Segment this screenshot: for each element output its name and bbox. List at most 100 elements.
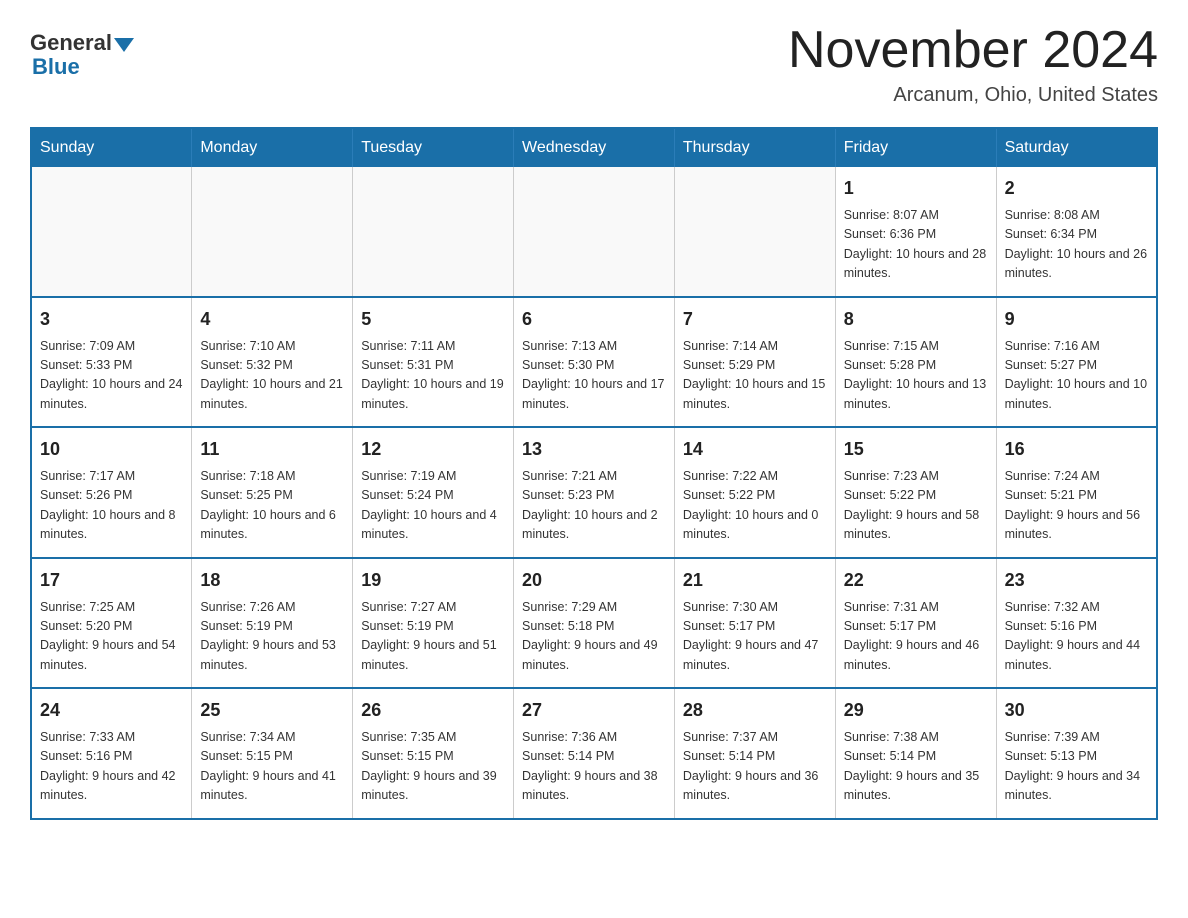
calendar-cell — [514, 167, 675, 297]
day-info: Sunrise: 7:11 AMSunset: 5:31 PMDaylight:… — [361, 337, 505, 415]
logo: General Blue — [30, 30, 134, 80]
calendar-cell: 8 Sunrise: 7:15 AMSunset: 5:28 PMDaylight… — [835, 297, 996, 428]
day-number: 6 — [522, 306, 666, 333]
day-info: Sunrise: 7:39 AMSunset: 5:13 PMDaylight:… — [1005, 728, 1148, 806]
day-info: Sunrise: 7:16 AMSunset: 5:27 PMDaylight:… — [1005, 337, 1148, 415]
day-number: 10 — [40, 436, 183, 463]
calendar-cell: 17 Sunrise: 7:25 AMSunset: 5:20 PMDayligh… — [31, 558, 192, 689]
day-number: 16 — [1005, 436, 1148, 463]
title-section: November 2024 Arcanum, Ohio, United Stat… — [788, 20, 1158, 107]
day-info: Sunrise: 7:23 AMSunset: 5:22 PMDaylight:… — [844, 467, 988, 545]
day-info: Sunrise: 7:24 AMSunset: 5:21 PMDaylight:… — [1005, 467, 1148, 545]
day-info: Sunrise: 7:31 AMSunset: 5:17 PMDaylight:… — [844, 598, 988, 676]
week-row-5: 24Sunrise: 7:33 AMSunset: 5:16 PMDayligh… — [31, 688, 1157, 819]
calendar-cell: 21Sunrise: 7:30 AMSunset: 5:17 PMDayligh… — [674, 558, 835, 689]
day-info: Sunrise: 7:35 AMSunset: 5:15 PMDaylight:… — [361, 728, 505, 806]
day-number: 13 — [522, 436, 666, 463]
calendar-cell: 18 Sunrise: 7:26 AMSunset: 5:19 PMDayligh… — [192, 558, 353, 689]
day-number: 3 — [40, 306, 183, 333]
location-text: Arcanum, Ohio, United States — [788, 84, 1158, 107]
calendar-cell: 13 Sunrise: 7:21 AMSunset: 5:23 PMDayligh… — [514, 427, 675, 558]
day-number: 17 — [40, 567, 183, 594]
calendar-cell: 5 Sunrise: 7:11 AMSunset: 5:31 PMDaylight… — [353, 297, 514, 428]
calendar-cell: 20Sunrise: 7:29 AMSunset: 5:18 PMDayligh… — [514, 558, 675, 689]
calendar-cell: 15 Sunrise: 7:23 AMSunset: 5:22 PMDayligh… — [835, 427, 996, 558]
month-title: November 2024 — [788, 20, 1158, 80]
calendar-cell: 26Sunrise: 7:35 AMSunset: 5:15 PMDayligh… — [353, 688, 514, 819]
week-row-3: 10 Sunrise: 7:17 AMSunset: 5:26 PMDayligh… — [31, 427, 1157, 558]
calendar-cell — [353, 167, 514, 297]
calendar-cell: 19 Sunrise: 7:27 AMSunset: 5:19 PMDayligh… — [353, 558, 514, 689]
day-info: Sunrise: 7:36 AMSunset: 5:14 PMDaylight:… — [522, 728, 666, 806]
weekday-header-wednesday: Wednesday — [514, 128, 675, 167]
day-number: 19 — [361, 567, 505, 594]
day-number: 30 — [1005, 697, 1148, 724]
day-info: Sunrise: 7:27 AMSunset: 5:19 PMDaylight:… — [361, 598, 505, 676]
day-info: Sunrise: 7:34 AMSunset: 5:15 PMDaylight:… — [200, 728, 344, 806]
calendar-cell: 30 Sunrise: 7:39 AMSunset: 5:13 PMDayligh… — [996, 688, 1157, 819]
day-number: 9 — [1005, 306, 1148, 333]
day-info: Sunrise: 7:21 AMSunset: 5:23 PMDaylight:… — [522, 467, 666, 545]
calendar-cell: 14 Sunrise: 7:22 AMSunset: 5:22 PMDayligh… — [674, 427, 835, 558]
day-number: 22 — [844, 567, 988, 594]
weekday-header-friday: Friday — [835, 128, 996, 167]
calendar-cell: 24Sunrise: 7:33 AMSunset: 5:16 PMDayligh… — [31, 688, 192, 819]
week-row-2: 3 Sunrise: 7:09 AMSunset: 5:33 PMDaylight… — [31, 297, 1157, 428]
calendar-cell: 28Sunrise: 7:37 AMSunset: 5:14 PMDayligh… — [674, 688, 835, 819]
day-info: Sunrise: 7:25 AMSunset: 5:20 PMDaylight:… — [40, 598, 183, 676]
calendar-cell — [192, 167, 353, 297]
calendar-cell: 11 Sunrise: 7:18 AMSunset: 5:25 PMDayligh… — [192, 427, 353, 558]
weekday-header-saturday: Saturday — [996, 128, 1157, 167]
day-number: 28 — [683, 697, 827, 724]
calendar-cell: 3 Sunrise: 7:09 AMSunset: 5:33 PMDaylight… — [31, 297, 192, 428]
day-number: 18 — [200, 567, 344, 594]
calendar-cell: 23 Sunrise: 7:32 AMSunset: 5:16 PMDayligh… — [996, 558, 1157, 689]
calendar-table: SundayMondayTuesdayWednesdayThursdayFrid… — [30, 127, 1158, 820]
logo-general-text: General — [30, 30, 112, 56]
logo-arrow-icon — [114, 38, 134, 52]
calendar-cell: 4 Sunrise: 7:10 AMSunset: 5:32 PMDaylight… — [192, 297, 353, 428]
calendar-cell: 29Sunrise: 7:38 AMSunset: 5:14 PMDayligh… — [835, 688, 996, 819]
weekday-header-monday: Monday — [192, 128, 353, 167]
day-number: 8 — [844, 306, 988, 333]
calendar-cell: 7Sunrise: 7:14 AMSunset: 5:29 PMDaylight… — [674, 297, 835, 428]
day-info: Sunrise: 7:22 AMSunset: 5:22 PMDaylight:… — [683, 467, 827, 545]
weekday-header-sunday: Sunday — [31, 128, 192, 167]
calendar-cell: 9 Sunrise: 7:16 AMSunset: 5:27 PMDaylight… — [996, 297, 1157, 428]
calendar-cell: 16 Sunrise: 7:24 AMSunset: 5:21 PMDayligh… — [996, 427, 1157, 558]
day-number: 12 — [361, 436, 505, 463]
week-row-4: 17 Sunrise: 7:25 AMSunset: 5:20 PMDayligh… — [31, 558, 1157, 689]
day-info: Sunrise: 7:09 AMSunset: 5:33 PMDaylight:… — [40, 337, 183, 415]
weekday-header-tuesday: Tuesday — [353, 128, 514, 167]
day-info: Sunrise: 8:08 AMSunset: 6:34 PMDaylight:… — [1005, 206, 1148, 284]
day-number: 25 — [200, 697, 344, 724]
day-number: 5 — [361, 306, 505, 333]
day-number: 23 — [1005, 567, 1148, 594]
day-info: Sunrise: 7:32 AMSunset: 5:16 PMDaylight:… — [1005, 598, 1148, 676]
day-info: Sunrise: 7:18 AMSunset: 5:25 PMDaylight:… — [200, 467, 344, 545]
weekday-header-row: SundayMondayTuesdayWednesdayThursdayFrid… — [31, 128, 1157, 167]
day-number: 20 — [522, 567, 666, 594]
day-info: Sunrise: 7:13 AMSunset: 5:30 PMDaylight:… — [522, 337, 666, 415]
day-info: Sunrise: 8:07 AMSunset: 6:36 PMDaylight:… — [844, 206, 988, 284]
day-info: Sunrise: 7:17 AMSunset: 5:26 PMDaylight:… — [40, 467, 183, 545]
day-number: 7 — [683, 306, 827, 333]
day-number: 1 — [844, 175, 988, 202]
day-number: 11 — [200, 436, 344, 463]
page-header: General Blue November 2024 Arcanum, Ohio… — [30, 20, 1158, 107]
day-number: 4 — [200, 306, 344, 333]
day-number: 29 — [844, 697, 988, 724]
calendar-cell: 6 Sunrise: 7:13 AMSunset: 5:30 PMDaylight… — [514, 297, 675, 428]
day-number: 2 — [1005, 175, 1148, 202]
day-info: Sunrise: 7:15 AMSunset: 5:28 PMDaylight:… — [844, 337, 988, 415]
calendar-cell: 1 Sunrise: 8:07 AMSunset: 6:36 PMDaylight… — [835, 167, 996, 297]
day-info: Sunrise: 7:10 AMSunset: 5:32 PMDaylight:… — [200, 337, 344, 415]
day-info: Sunrise: 7:33 AMSunset: 5:16 PMDaylight:… — [40, 728, 183, 806]
week-row-1: 1 Sunrise: 8:07 AMSunset: 6:36 PMDaylight… — [31, 167, 1157, 297]
day-info: Sunrise: 7:26 AMSunset: 5:19 PMDaylight:… — [200, 598, 344, 676]
day-number: 15 — [844, 436, 988, 463]
weekday-header-thursday: Thursday — [674, 128, 835, 167]
day-number: 14 — [683, 436, 827, 463]
calendar-cell — [674, 167, 835, 297]
day-info: Sunrise: 7:19 AMSunset: 5:24 PMDaylight:… — [361, 467, 505, 545]
